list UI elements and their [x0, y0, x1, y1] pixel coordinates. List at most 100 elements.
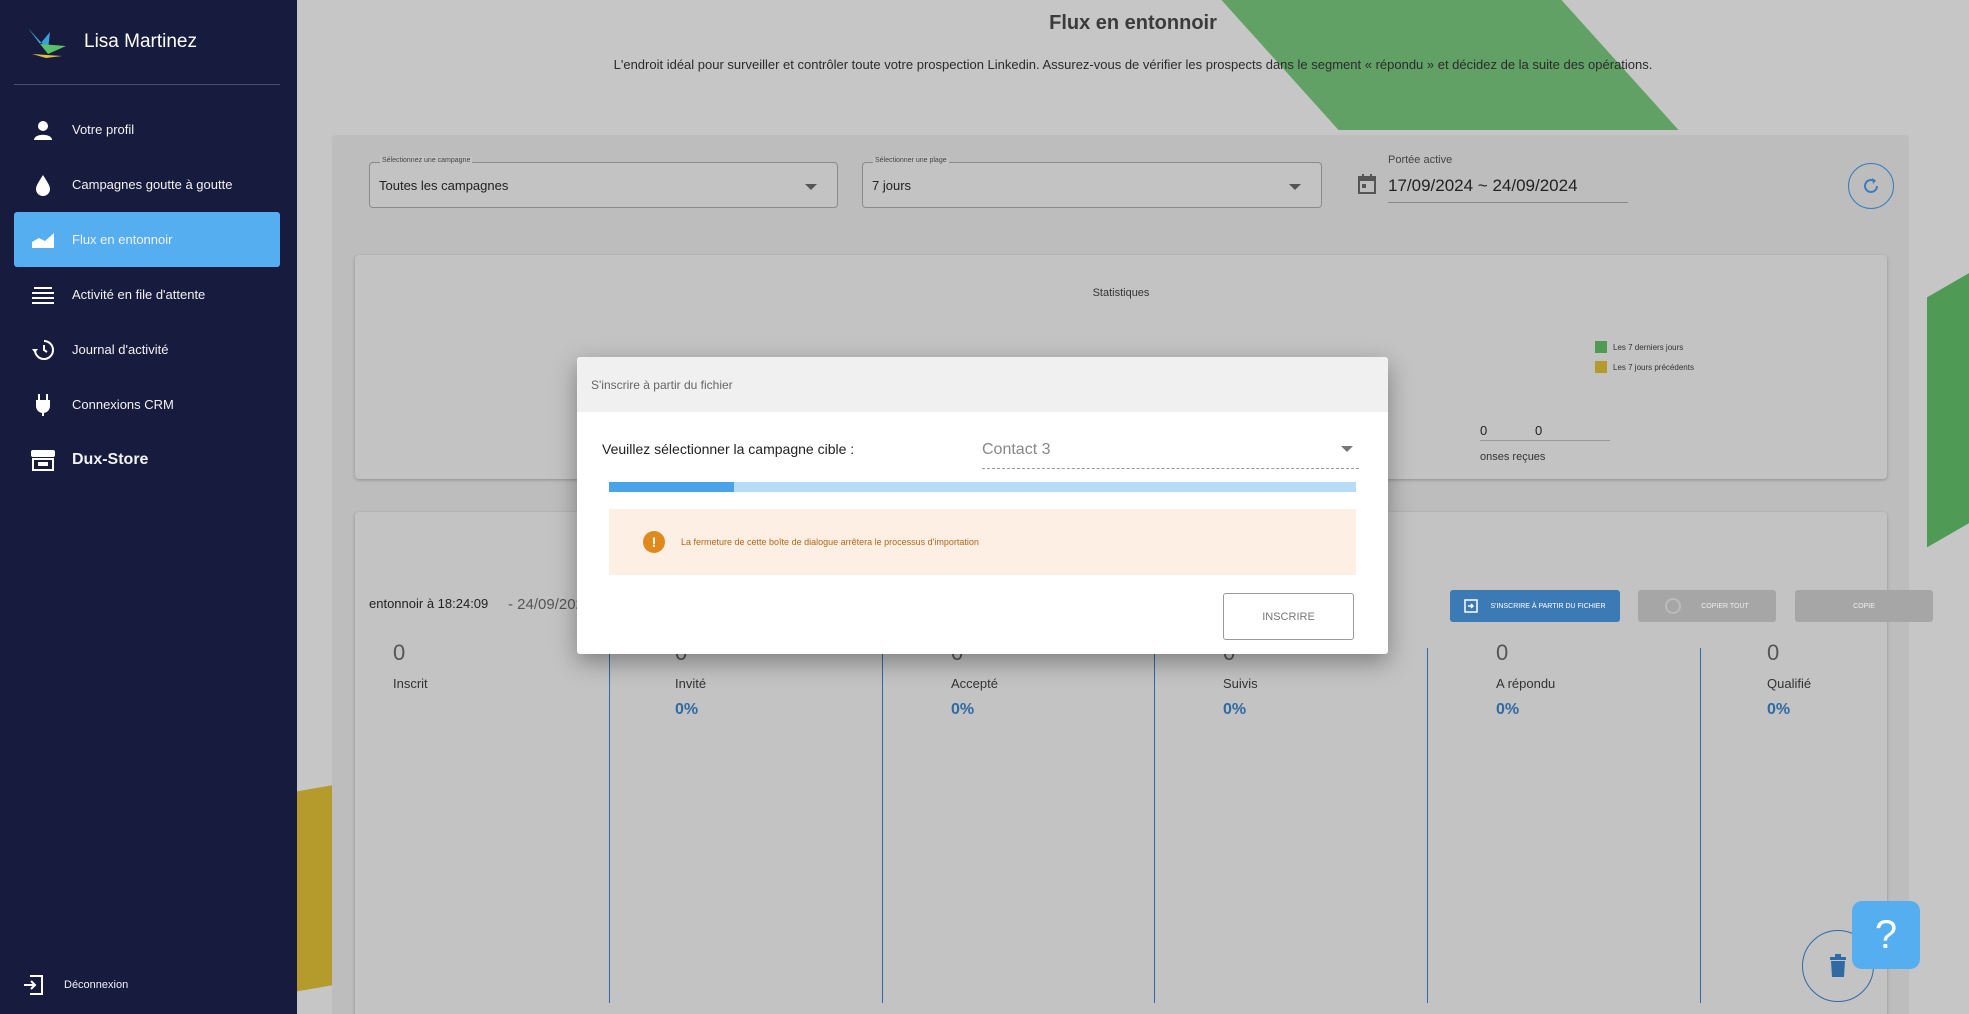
- sidebar-item-label: Flux en entonnoir: [72, 232, 173, 247]
- dialog-title: S'inscrire à partir du fichier: [577, 357, 1388, 412]
- stage-divider: [1700, 648, 1701, 1003]
- target-campaign-label: Veuillez sélectionner la campagne cible …: [602, 441, 855, 457]
- legend-label: Les 7 jours précédents: [1613, 362, 1694, 372]
- page-subtitle: L'endroit idéal pour surveiller et contr…: [613, 57, 1653, 72]
- sidebar-item-label: Connexions CRM: [72, 397, 174, 412]
- legend-swatch: [1595, 341, 1607, 353]
- sidebar-item-label: Activité en file d'attente: [72, 287, 206, 302]
- sidebar-item-label: Dux-Store: [72, 450, 149, 468]
- stage-label: Inscrit: [393, 676, 428, 691]
- bird-logo-icon: [28, 28, 66, 58]
- campaign-select[interactable]: Sélectionnez une campagne Toutes les cam…: [369, 157, 838, 208]
- stats-divider: [1480, 440, 1610, 441]
- funnel-stage-inscrit[interactable]: 0 Inscrit: [393, 640, 428, 1000]
- copy-label: Copie: [1853, 602, 1875, 610]
- warning-text: La fermeture de cette boîte de dialogue …: [681, 537, 979, 547]
- funnel-stage-repondu[interactable]: 0 A répondu 0%: [1496, 640, 1555, 1000]
- range-select[interactable]: Sélectionner une plage 7 jours: [862, 157, 1322, 208]
- legend-item: Les 7 jours précédents: [1595, 361, 1694, 373]
- legend-label: Les 7 derniers jours: [1613, 342, 1684, 352]
- statistics-title: Statistiques: [1092, 287, 1150, 299]
- stage-percent: 0%: [951, 701, 975, 718]
- decor-stripe-yellow: [297, 785, 333, 995]
- calendar-icon[interactable]: [1358, 174, 1376, 199]
- chevron-down-icon: [805, 184, 817, 190]
- queue-icon: [28, 280, 58, 310]
- import-dialog: S'inscrire à partir du fichier Veuillez …: [577, 357, 1388, 654]
- submit-inscrire-button[interactable]: Inscrire: [1223, 593, 1354, 640]
- logout-label: Déconnexion: [64, 979, 129, 991]
- active-range-label: Portée active: [1388, 154, 1453, 166]
- stage-count: 0: [1496, 640, 1509, 665]
- chevron-down-icon: [1289, 184, 1301, 190]
- sidebar-nav: Votre profil Campagnes goutte à goutte F…: [14, 102, 280, 487]
- active-range-value[interactable]: 17/09/2024 ~ 24/09/2024: [1388, 176, 1628, 203]
- stage-divider: [1154, 648, 1155, 1003]
- user-icon: [28, 115, 58, 145]
- sidebar-item-label: Votre profil: [72, 122, 135, 137]
- stage-divider: [1427, 648, 1428, 1003]
- import-from-file-button[interactable]: S'inscrire à partir du fichier: [1450, 590, 1620, 622]
- import-progress-fill: [609, 482, 734, 492]
- plug-icon: [28, 390, 58, 420]
- sidebar-item-drip-campaigns[interactable]: Campagnes goutte à goutte: [14, 157, 280, 212]
- stage-divider: [882, 648, 883, 1003]
- copy-all-button[interactable]: Copier tout: [1638, 590, 1776, 622]
- stage-label: Suivis: [1223, 676, 1258, 691]
- range-select-value: 7 jours: [872, 178, 912, 193]
- loading-icon: [1665, 598, 1682, 614]
- help-icon: ?: [1874, 912, 1898, 957]
- stage-label: Invité: [675, 676, 707, 691]
- warning-alert: ! La fermeture de cette boîte de dialogu…: [609, 509, 1356, 575]
- refresh-icon: [1864, 178, 1878, 193]
- statistics-legend: Les 7 derniers jours Les 7 jours précéde…: [1595, 341, 1694, 381]
- stats-responses-label: onses reçues: [1480, 451, 1546, 463]
- sidebar-item-profile[interactable]: Votre profil: [14, 102, 280, 157]
- campaign-select-label: Sélectionnez une campagne: [380, 157, 473, 164]
- stage-divider: [609, 648, 610, 1003]
- sidebar-divider: [14, 84, 280, 85]
- trash-icon: [1830, 954, 1846, 977]
- stats-value: 0: [1480, 423, 1488, 438]
- history-icon: [28, 335, 58, 365]
- drop-icon: [28, 170, 58, 200]
- help-button[interactable]: ?: [1852, 901, 1920, 969]
- stage-count: 0: [1767, 640, 1780, 665]
- store-icon: [28, 445, 58, 475]
- stage-percent: 0%: [1496, 701, 1520, 718]
- target-campaign-value: Contact 3: [982, 441, 1051, 458]
- sidebar-item-funnel[interactable]: Flux en entonnoir: [14, 212, 280, 267]
- legend-item: Les 7 derniers jours: [1595, 341, 1694, 353]
- sidebar-item-label: Campagnes goutte à goutte: [72, 177, 233, 192]
- sidebar-item-queue[interactable]: Activité en file d'attente: [14, 267, 280, 322]
- stage-percent: 0%: [1767, 701, 1791, 718]
- funnel-caption: entonnoir à 18:24:09: [369, 596, 489, 611]
- logout-button[interactable]: Déconnexion: [22, 974, 128, 996]
- import-progress-bar: [609, 482, 1356, 492]
- sidebar-item-crm[interactable]: Connexions CRM: [14, 377, 280, 432]
- refresh-button[interactable]: [1848, 163, 1894, 209]
- copy-button[interactable]: Copie: [1795, 590, 1933, 622]
- stage-percent: 0%: [1223, 701, 1247, 718]
- sidebar: Lisa Martinez Votre profil Campagnes gou…: [0, 0, 297, 1014]
- stage-label: A répondu: [1496, 676, 1556, 691]
- trend-icon: [28, 225, 58, 255]
- stats-value: 0: [1535, 423, 1543, 438]
- import-icon: [1464, 599, 1479, 613]
- sidebar-item-activity-log[interactable]: Journal d'activité: [14, 322, 280, 377]
- funnel-stage-invite[interactable]: 0 Invité 0%: [675, 640, 706, 1000]
- stage-count: 0: [393, 640, 406, 665]
- page-title: Flux en entonnoir: [1049, 12, 1217, 34]
- funnel-stage-suivis[interactable]: 0 Suivis 0%: [1223, 640, 1258, 1000]
- funnel-stage-accepte[interactable]: 0 Accepté 0%: [951, 640, 998, 1000]
- range-select-label: Sélectionner une plage: [873, 157, 949, 164]
- decor-stripe-green: [1927, 262, 1969, 548]
- stage-percent: 0%: [675, 701, 699, 718]
- sidebar-item-dux-store[interactable]: Dux-Store: [14, 432, 280, 487]
- funnel-stage-qualifie[interactable]: 0 Qualifié 0%: [1767, 640, 1811, 1000]
- sidebar-item-label: Journal d'activité: [72, 342, 169, 357]
- stage-label: Accepté: [951, 676, 998, 691]
- target-campaign-select[interactable]: Contact 3: [982, 437, 1359, 469]
- warning-icon: !: [643, 531, 665, 553]
- import-from-file-label: S'inscrire à partir du fichier: [1490, 602, 1606, 610]
